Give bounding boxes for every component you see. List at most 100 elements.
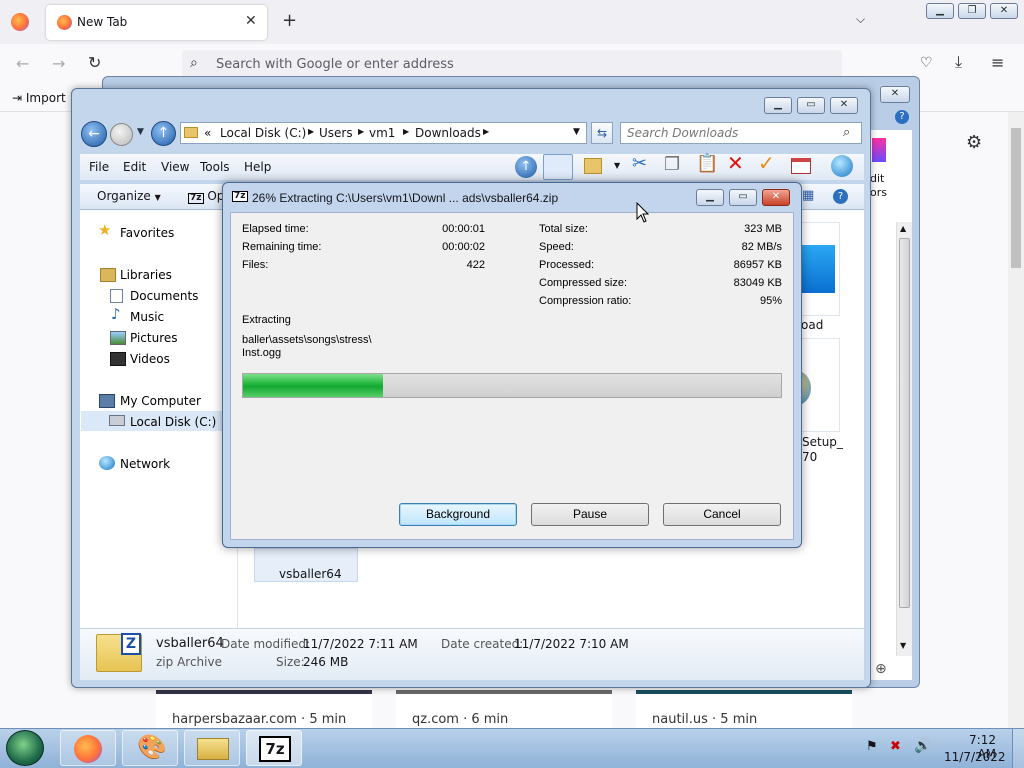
reload-icon[interactable]: ↻ <box>88 55 101 71</box>
menu-edit[interactable]: Edit <box>123 160 146 174</box>
tab-new-tab[interactable]: New Tab ✕ <box>46 5 267 40</box>
browser-scroll-thumb[interactable] <box>1011 128 1021 268</box>
taskbar-firefox-button[interactable] <box>60 730 116 766</box>
list-tabs-chevron-icon[interactable]: ⌵ <box>856 13 865 25</box>
nav-music[interactable]: Music <box>130 310 164 324</box>
taskbar-date[interactable]: 11/7/2022 <box>944 750 1006 764</box>
scroll-up-arrow-icon[interactable]: ▲ <box>900 225 906 233</box>
toolbar-dropdown-icon[interactable]: ▼ <box>614 162 620 170</box>
menu-file[interactable]: File <box>89 160 109 174</box>
properties-icon[interactable] <box>791 158 811 174</box>
nav-local-disk-selected[interactable]: Local Disk (C:) <box>81 411 237 431</box>
top-site-tile[interactable]: nautil.us · 5 min <box>636 690 852 728</box>
browser-scrollbar[interactable] <box>1008 112 1024 728</box>
scroll-down-arrow-icon[interactable]: ▼ <box>900 642 906 650</box>
libraries-icon <box>100 268 116 282</box>
explorer-back-button[interactable]: ← <box>81 121 107 147</box>
cut-scissors-icon[interactable]: ✂ <box>632 155 647 173</box>
menu-help[interactable]: Help <box>244 160 271 174</box>
nav-network[interactable]: Network <box>120 457 170 471</box>
menu-hamburger-icon[interactable]: ≡ <box>991 55 1004 71</box>
up-folder-button[interactable]: ↑ <box>151 121 176 146</box>
open-button[interactable]: 7z Op <box>188 189 224 204</box>
nav-videos[interactable]: Videos <box>130 352 170 366</box>
menu-view[interactable]: View <box>161 160 189 174</box>
checkmark-icon[interactable]: ✓ <box>758 153 775 173</box>
background-window-close-button[interactable]: ✕ <box>880 86 910 103</box>
nav-my-computer[interactable]: My Computer <box>120 394 201 408</box>
explorer-search-input[interactable]: Search Downloads ⌕ <box>620 122 862 144</box>
browser-restore-button[interactable]: ❐ <box>958 3 986 19</box>
taskbar-explorer-button[interactable] <box>184 730 240 766</box>
nav-documents[interactable]: Documents <box>130 289 198 303</box>
explorer-forward-button[interactable] <box>110 123 133 146</box>
view-options-icon[interactable]: ▦ <box>802 189 814 202</box>
total-size-value: 323 MB <box>744 223 782 235</box>
explorer-address-bar[interactable]: « Local Disk (C:) ▶ Users ▶ vm1 ▶ Downlo… <box>180 122 587 144</box>
background-button[interactable]: Background <box>399 503 517 526</box>
explorer-help-icon[interactable]: ? <box>833 189 848 204</box>
breadcrumb-overflow[interactable]: « <box>204 126 211 140</box>
copy-icon[interactable]: ❐ <box>664 156 680 174</box>
import-bookmarks-button[interactable]: ⇥ Import <box>12 91 66 105</box>
paste-clipboard-icon[interactable]: 📋 <box>696 155 718 173</box>
compressed-size-label: Compressed size: <box>539 277 628 289</box>
tab-title: New Tab <box>77 15 128 29</box>
top-site-tile[interactable]: harpersbazaar.com · 5 min <box>156 690 372 728</box>
background-window-scrollbar[interactable]: ▲ ▼ <box>896 222 912 656</box>
breadcrumb-downloads[interactable]: Downloads <box>415 126 481 140</box>
settings-gear-icon[interactable]: ⚙ <box>966 134 982 152</box>
help-icon[interactable]: ? <box>895 110 909 124</box>
show-desktop-button[interactable] <box>1012 729 1024 768</box>
file-item-vsballer64[interactable]: vsballer64 <box>254 548 358 582</box>
organize-button[interactable]: Organize ▼ <box>97 189 161 203</box>
favorites-star-icon: ★ <box>98 221 112 239</box>
menu-tools[interactable]: Tools <box>200 160 230 174</box>
add-circle-icon[interactable]: ⊕ <box>875 662 887 676</box>
new-tab-plus-icon[interactable]: + <box>282 12 297 30</box>
top-site-tile[interactable]: qz.com · 6 min <box>396 690 612 728</box>
address-dropdown-icon[interactable]: ▼ <box>573 128 580 137</box>
toolbar-folder-icon[interactable] <box>584 158 602 174</box>
processed-label: Processed: <box>539 259 595 271</box>
volume-speaker-icon[interactable]: 🔊 <box>914 739 931 753</box>
refresh-button[interactable]: ⇆ <box>591 122 613 144</box>
import-label: Import <box>25 91 66 105</box>
nav-pictures[interactable]: Pictures <box>130 331 178 345</box>
delete-x-icon[interactable]: ✕ <box>727 153 744 173</box>
start-button[interactable] <box>6 730 44 766</box>
browser-close-button[interactable]: ✕ <box>990 3 1018 19</box>
dialog-minimize-button[interactable]: ▁ <box>696 189 724 206</box>
breadcrumb-users[interactable]: Users <box>319 126 353 140</box>
history-dropdown-icon[interactable]: ▼ <box>137 128 144 137</box>
pocket-icon[interactable]: ♡ <box>920 56 933 70</box>
pause-button[interactable]: Pause <box>531 503 649 526</box>
globe-icon[interactable] <box>831 155 853 177</box>
forward-arrow-icon[interactable]: → <box>52 56 65 72</box>
compression-ratio-value: 95% <box>759 295 782 307</box>
taskbar-paint-button[interactable]: 🎨 <box>122 730 178 766</box>
taskbar-7zip-button[interactable]: 7z <box>246 730 302 766</box>
firefox-view-icon[interactable] <box>11 13 29 31</box>
status-label: Extracting <box>242 314 291 326</box>
dialog-maximize-button[interactable]: ▭ <box>729 189 757 206</box>
explorer-maximize-button[interactable]: ▭ <box>797 97 825 114</box>
breadcrumb-vm1[interactable]: vm1 <box>369 126 395 140</box>
back-arrow-icon[interactable]: ← <box>16 56 29 72</box>
tab-close-icon[interactable]: ✕ <box>245 14 257 28</box>
explorer-minimize-button[interactable]: ▁ <box>764 97 792 114</box>
network-tray-icon[interactable]: ✖ <box>890 740 901 753</box>
browser-minimize-button[interactable]: ▁ <box>926 3 954 19</box>
nav-libraries[interactable]: Libraries <box>120 268 172 282</box>
nav-favorites[interactable]: Favorites <box>120 226 174 240</box>
cancel-button[interactable]: Cancel <box>663 503 781 526</box>
dialog-close-button[interactable]: ✕ <box>762 189 790 206</box>
toolbar-up-icon[interactable]: ↑ <box>515 156 537 178</box>
toolbar-pane-icon[interactable] <box>543 154 573 180</box>
tile-label: nautil.us · 5 min <box>652 712 758 727</box>
downloads-icon[interactable]: ⤓ <box>955 54 962 70</box>
action-center-flag-icon[interactable]: ⚑ <box>866 740 878 753</box>
explorer-close-button[interactable]: ✕ <box>830 97 858 114</box>
breadcrumb-local-disk[interactable]: Local Disk (C:) <box>220 126 306 140</box>
scroll-thumb[interactable] <box>899 238 910 608</box>
